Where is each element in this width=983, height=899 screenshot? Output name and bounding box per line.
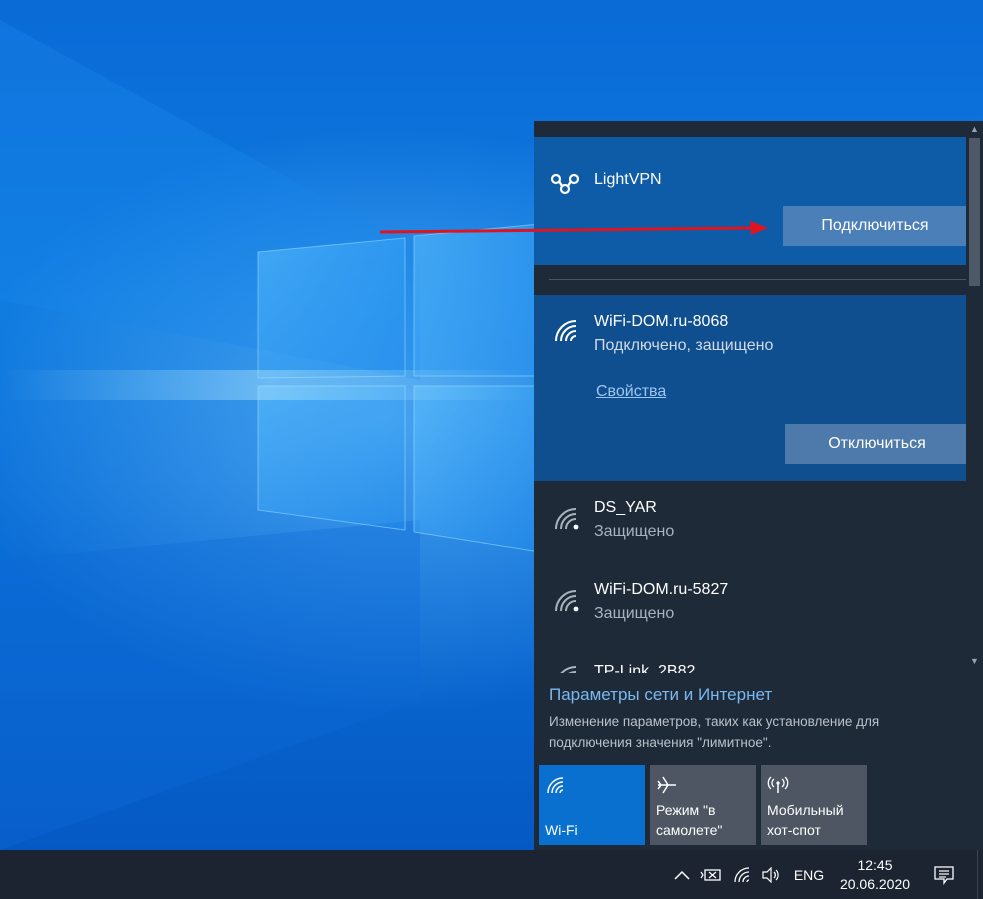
wifi-icon (547, 777, 564, 794)
network-status: Защищено (594, 605, 675, 622)
clock-date: 20.06.2020 (839, 875, 911, 892)
network-name: TP-Link_2B82 (594, 663, 696, 673)
network-name: WiFi-DOM.ru-8068 (594, 313, 729, 330)
action-center-icon[interactable] (924, 850, 964, 899)
clock[interactable]: 12:45 20.06.2020 (834, 850, 916, 899)
wifi-tile[interactable]: Wi-Fi (539, 765, 645, 845)
mobile-hotspot-tile[interactable]: Мобильный хот-спот (761, 765, 867, 845)
airplane-mode-tile[interactable]: Режим "в самолете" (650, 765, 756, 845)
network-item[interactable]: TP-Link_2B82 (534, 649, 966, 673)
network-item[interactable]: WiFi-DOM.ru-5827 Защищено (534, 567, 966, 649)
tile-label: Режим "в самолете" (656, 802, 723, 838)
vpn-name: LightVPN (594, 171, 662, 188)
scroll-up-icon[interactable]: ▲ (966, 122, 983, 136)
taskbar: ENG 12:45 20.06.2020 (0, 850, 983, 899)
show-desktop-button[interactable] (977, 850, 978, 899)
connect-button[interactable]: Подключиться (783, 206, 967, 246)
disconnect-button[interactable]: Отключиться (785, 424, 969, 464)
lightvpn-logo-icon (550, 173, 580, 195)
network-settings-link[interactable]: Параметры сети и Интернет (549, 685, 772, 705)
network-list-scrollbar[interactable]: ▲ ▼ (966, 121, 983, 673)
network-name: DS_YAR (594, 499, 657, 516)
airplane-icon (657, 776, 676, 794)
tile-label: Wi-Fi (545, 822, 578, 838)
network-item-active[interactable]: WiFi-DOM.ru-8068 Подключено, защищено Св… (534, 295, 969, 481)
network-list: LightVPN Подключиться WiFi-DOM.ru-8068 П… (534, 121, 983, 673)
network-flyout: LightVPN Подключиться WiFi-DOM.ru-8068 П… (534, 121, 983, 850)
scroll-thumb[interactable] (969, 138, 980, 286)
wifi-secured-icon (555, 590, 579, 612)
wifi-secured-icon (555, 508, 579, 530)
network-status: Подключено, защищено (594, 337, 774, 354)
network-settings-description: Изменение параметров, таких как установл… (549, 714, 880, 750)
wifi-icon[interactable] (731, 850, 755, 899)
wifi-secured-icon (560, 666, 577, 673)
clock-time: 12:45 (857, 856, 893, 873)
language-indicator[interactable]: ENG (788, 850, 830, 899)
properties-link[interactable]: Свойства (596, 383, 666, 401)
hotspot-icon (767, 776, 789, 793)
network-name: WiFi-DOM.ru-5827 (594, 581, 729, 598)
volume-icon[interactable] (759, 850, 783, 899)
vpn-item-lightvpn[interactable]: LightVPN Подключиться (534, 137, 967, 265)
scroll-down-icon[interactable]: ▼ (966, 654, 983, 668)
network-status: Защищено (594, 523, 675, 540)
divider (549, 279, 966, 280)
tile-label: Мобильный хот-спот (767, 802, 844, 838)
battery-icon[interactable] (698, 850, 724, 899)
wifi-icon (555, 320, 577, 342)
chevron-up-icon[interactable] (670, 850, 694, 899)
network-item[interactable]: DS_YAR Защищено (534, 485, 966, 567)
